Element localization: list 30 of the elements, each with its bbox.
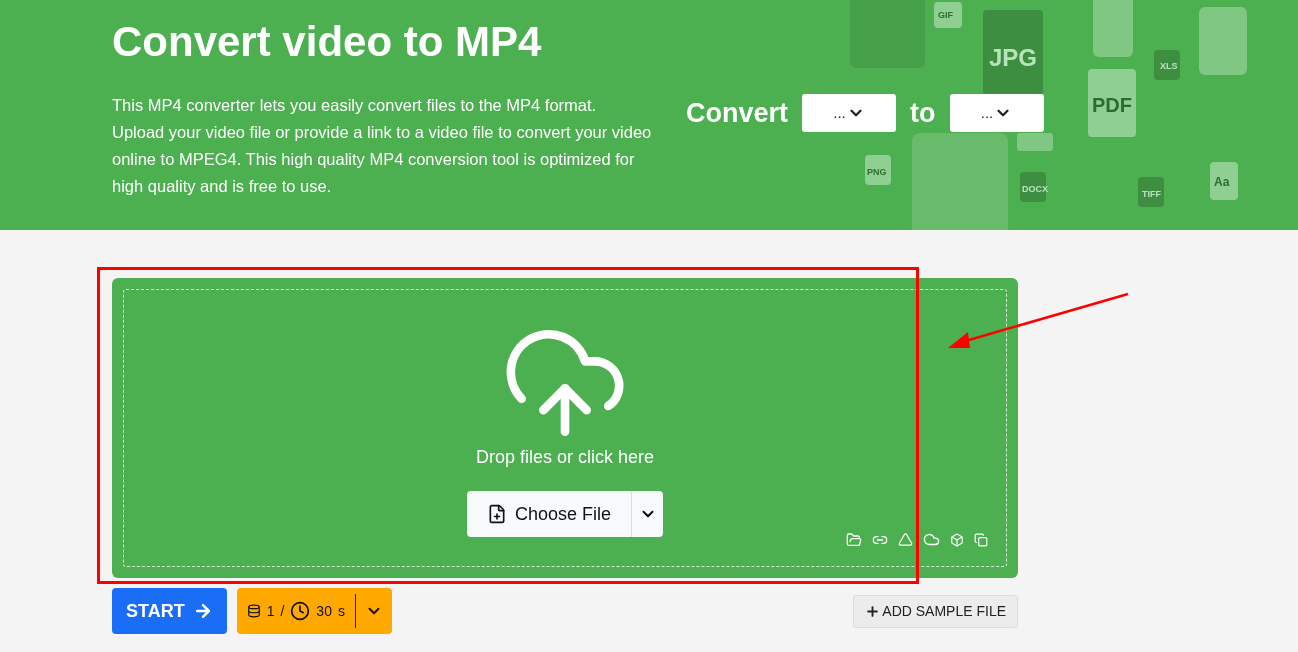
format-select[interactable]: ... [802, 94, 896, 133]
clock-icon [290, 601, 311, 621]
format-select[interactable]: ... [949, 94, 1044, 133]
cloud-icon[interactable] [923, 531, 940, 548]
file-type-icon: DOCX [1020, 172, 1046, 202]
add-sample-file-button[interactable]: ADD SAMPLE FILE [853, 594, 1018, 628]
description-text: This MP4 converter lets you easily convert files to the MP4 format. Upload your video file or provide a link to a video file to convert your video online to MPEG4. This high quality MP4 conversion tool is optimized for high quality and is free to use. [112, 95, 652, 197]
time-value: 30 [316, 601, 332, 621]
file-type-icon: JPG [983, 10, 1043, 95]
file-type-icon: XLS [1154, 50, 1180, 80]
folder-icon[interactable] [846, 531, 862, 548]
page-title: Convert video to MP4 [112, 17, 543, 67]
coin-icon [246, 604, 261, 618]
file-type-icon: TIFF [1138, 177, 1164, 207]
credits-count: 1 [266, 601, 275, 621]
file-type-icon: Aa [1210, 162, 1238, 200]
file-type-icon: PDF [1088, 69, 1136, 137]
upload-dropzone[interactable]: Drop files or click here Choose File [112, 278, 1018, 578]
start-button[interactable]: START [112, 588, 227, 634]
plus-icon [865, 603, 881, 619]
file-type-icon: GIF [934, 2, 962, 28]
time-unit: s [337, 601, 345, 621]
copy-icon[interactable] [974, 532, 988, 547]
convert-label: Convert [686, 97, 788, 130]
to-label: to [910, 97, 936, 130]
choose-file-button[interactable]: Choose File [466, 491, 632, 537]
separator-text: / [280, 601, 285, 621]
file-type-icon: PNG [865, 155, 891, 185]
drop-prompt: Drop files or click here [475, 446, 655, 469]
conversion-cost-button[interactable]: 1 / 30 s [236, 588, 392, 634]
